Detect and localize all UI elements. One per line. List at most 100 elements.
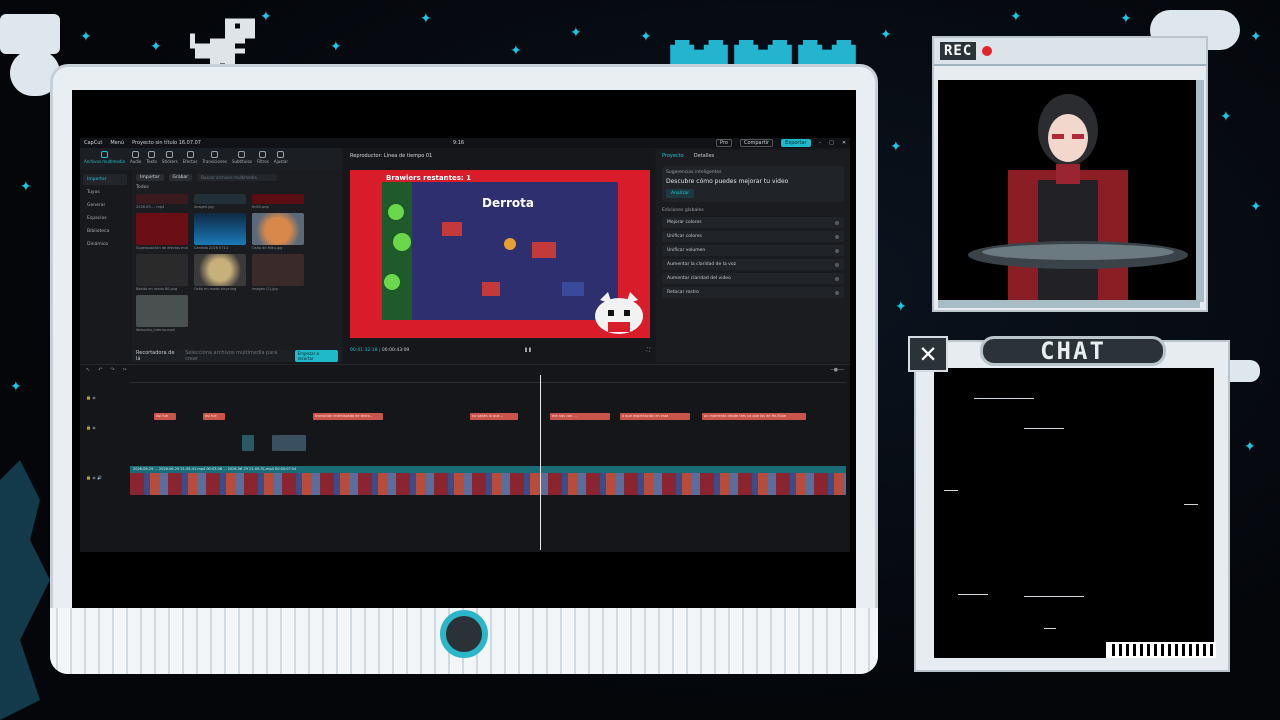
sidebar-item-yours[interactable]: Tuyos (83, 187, 127, 198)
defeat-text: Derrota (482, 196, 535, 210)
track-controls[interactable]: 🔒 ◉ (86, 395, 96, 400)
star-decoration: ✦ (10, 379, 22, 395)
media-item[interactable]: ibesucito_interno.mp4 (136, 295, 188, 332)
media-grid: 2026-05-... mp4 imagen.jpg fin50.png Sup… (132, 192, 342, 334)
media-item[interactable]: Superposición de efectos multimedia (136, 213, 188, 250)
tool-transitions[interactable]: Transiciones (202, 151, 227, 167)
text-clip[interactable]: Así fue (154, 413, 176, 420)
media-item[interactable]: fin50.png (252, 194, 304, 209)
transition-icon (211, 151, 219, 158)
cursor-icon[interactable]: ↖ (86, 367, 90, 373)
prop-voice-clarity[interactable]: Aumentar la claridad de la voz (662, 259, 844, 270)
share-button[interactable]: Compartir (739, 139, 774, 147)
export-button[interactable]: Exportar (781, 139, 811, 147)
start-trim-button[interactable]: Empezar a recortar (294, 350, 338, 362)
timeline-ruler (130, 375, 846, 383)
star-decoration: ✦ (640, 29, 652, 45)
media-item[interactable]: imagen (1).jpg (252, 254, 304, 291)
video-overlay-clip[interactable] (242, 435, 254, 451)
tool-subtitles[interactable]: Subtítulos (232, 151, 252, 167)
chat-body (934, 368, 1214, 658)
aspect-label: 9:16 (452, 140, 465, 146)
media-item[interactable]: 2026-05-... mp4 (136, 194, 188, 209)
chat-close-button: ✕ (908, 336, 948, 372)
track-controls[interactable]: 🔒 ◉ (86, 425, 96, 430)
menu-button[interactable]: Menú (110, 140, 124, 146)
tool-stickers[interactable]: Stickers (162, 151, 178, 167)
track-controls[interactable]: 🔒 ◉ 🔊 (86, 475, 102, 480)
game-frame: Brawlers restantes: 1 Derrota (382, 174, 618, 320)
sidebar-item-import[interactable]: Importar (83, 174, 127, 185)
video-preview[interactable]: Brawlers restantes: 1 Derrota (350, 170, 650, 338)
rec-label: REC (940, 42, 977, 60)
media-item[interactable]: Bebito en modo 80.png (136, 254, 188, 291)
properties-panel: Proyecto Detalles Sugerencias inteligent… (656, 150, 850, 362)
prop-unify-colors[interactable]: Unificar colores (662, 231, 844, 242)
sidebar-item-library[interactable]: Biblioteca (83, 226, 127, 237)
media-item[interactable]: imagen.jpg (194, 194, 246, 209)
close-icon[interactable]: ✕ (842, 140, 846, 146)
sidebar-item-spaces[interactable]: Espacios (83, 213, 127, 224)
video-overlay-clip[interactable] (272, 435, 306, 451)
playhead[interactable] (540, 375, 541, 550)
adjust-icon (277, 151, 285, 158)
text-clip[interactable]: no sabes lo que... (470, 413, 518, 420)
maximize-icon[interactable]: □ (829, 140, 834, 146)
text-clip[interactable]: un momento desde tres ya que los de YouT… (702, 413, 806, 420)
brawlers-remaining-text: Brawlers restantes: 1 (386, 174, 471, 182)
smart-title: Descubre cómo puedes mejorar tu video (666, 178, 789, 185)
tool-media[interactable]: Archivos multimedia (84, 151, 125, 167)
player-controls: 00:41:32:18 | 00:00:43:09 ❚❚ ⛶ (350, 344, 650, 356)
main-video-track[interactable] (130, 473, 846, 495)
webcam-window: REC (932, 36, 1208, 312)
trimmer-label: Recortadora de lá (136, 350, 175, 362)
tool-audio[interactable]: Audio (130, 151, 141, 167)
toggle-icon (835, 262, 839, 267)
star-decoration: ✦ (890, 139, 902, 155)
chevron-right-icon (835, 290, 839, 295)
analyze-button[interactable]: Analizar (666, 189, 695, 198)
tool-adjust[interactable]: Ajustar (274, 151, 288, 167)
text-clip[interactable]: así fue (203, 413, 225, 420)
redo-icon[interactable]: ↷ (110, 367, 114, 373)
media-item[interactable]: Osito en modo bicycling (194, 254, 246, 291)
pro-button[interactable]: Pro (716, 139, 732, 147)
text-clip[interactable]: me nos con ... (550, 413, 610, 420)
media-item[interactable]: Osito de Miku.jpg (252, 213, 304, 250)
zoom-slider[interactable]: ─●── (831, 367, 844, 373)
cloud-decoration (0, 14, 60, 54)
fullscreen-icon[interactable]: ⛶ (647, 347, 650, 353)
prop-face-retouch[interactable]: Retocar rostro (662, 287, 844, 298)
media-search-input[interactable]: Buscar archivos multimedia (197, 174, 278, 181)
toggle-icon (835, 276, 839, 281)
all-label: Todos (136, 185, 149, 190)
split-icon[interactable]: ✂ (123, 367, 127, 373)
star-decoration: ✦ (895, 299, 907, 315)
sticker-icon (166, 151, 174, 158)
play-pause-icon[interactable]: ❚❚ (524, 348, 532, 353)
minimize-icon[interactable]: – (819, 140, 822, 146)
sidebar-item-generate[interactable]: Generar (83, 200, 127, 211)
video-player: Reproductor: Línea de tiempo 01 Brawlers… (344, 150, 654, 362)
webcam-header: REC (934, 38, 1206, 66)
record-tab[interactable]: Grabar (168, 174, 193, 181)
undo-icon[interactable]: ↶ (98, 367, 102, 373)
prop-video-clarity[interactable]: Aumentar claridad del video (662, 273, 844, 284)
vtuber-avatar (968, 94, 1188, 302)
tab-project[interactable]: Proyecto (662, 153, 684, 159)
text-clip[interactable]: a que expectación en esta (620, 413, 690, 420)
sidebar-item-dynamic[interactable]: Dinámico (83, 239, 127, 250)
project-name[interactable]: Proyecto sin título 16.07.07 (132, 140, 201, 146)
import-tab[interactable]: Importar (136, 174, 164, 181)
text-clip[interactable]: transición entrelazada de texto... (313, 413, 383, 420)
tool-filters[interactable]: Filtros (257, 151, 269, 167)
media-item[interactable]: Cerrado 2026 0714 (194, 213, 246, 250)
chat-title: CHAT (980, 336, 1166, 366)
editor-title-bar: CapCut Menú Proyecto sin título 16.07.07… (80, 138, 850, 148)
prop-enhance-colors[interactable]: Mejorar colores (662, 217, 844, 228)
prop-unify-volume[interactable]: Unificar volumen (662, 245, 844, 256)
tool-effects[interactable]: Efectos (183, 151, 197, 167)
timeline-panel: ↖ ↶ ↷ ✂ ─●── 🔒 ◉ 🔒 ◉ 🔒 ◉ 🔊 Así fue así fu… (80, 364, 850, 552)
tab-details[interactable]: Detalles (694, 153, 714, 159)
tool-text[interactable]: Texto (146, 151, 157, 167)
